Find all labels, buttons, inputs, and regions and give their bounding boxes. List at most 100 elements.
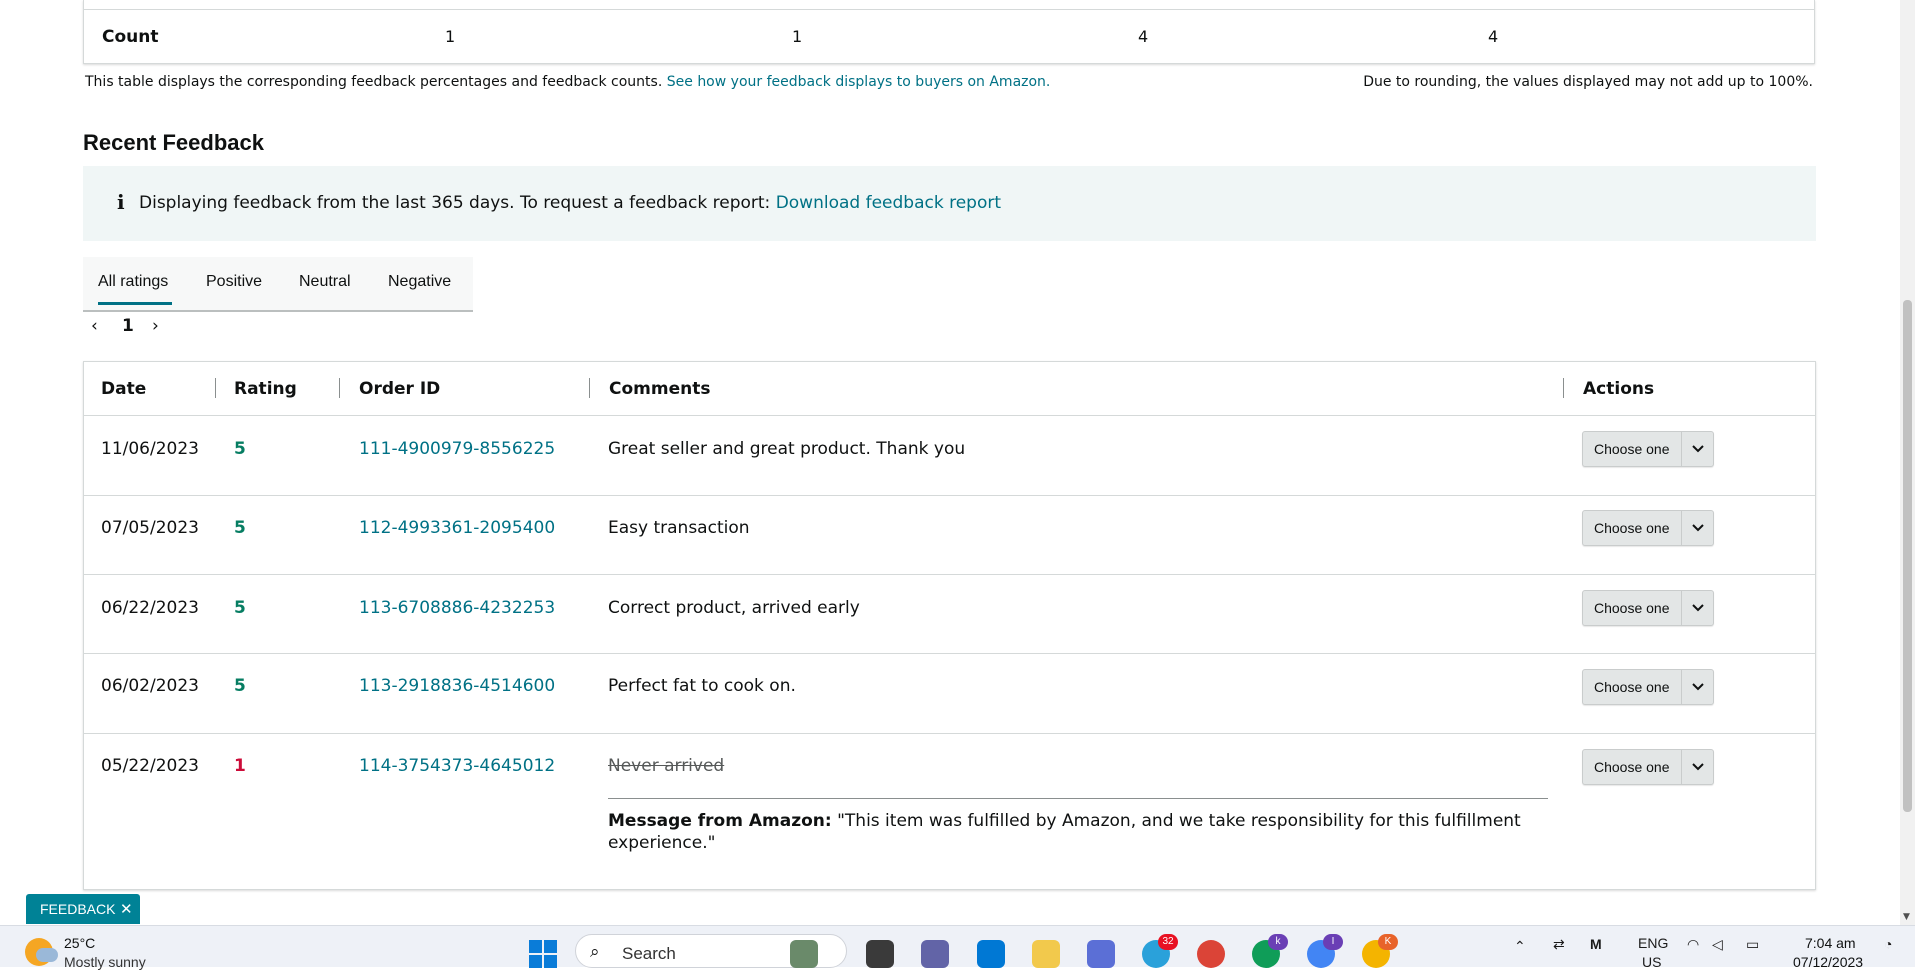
feedback-display-link[interactable]: See how your feedback displays to buyers… (667, 74, 1051, 90)
row-rating: 5 (234, 598, 246, 618)
actions-dropdown[interactable]: Choose one (1582, 749, 1714, 785)
row-date: 06/02/2023 (101, 676, 199, 696)
row-divider (84, 415, 1815, 416)
widget-thumbnail-icon[interactable] (790, 940, 818, 968)
actions-dropdown-label: Choose one (1594, 759, 1670, 775)
scrollbar-thumb[interactable] (1903, 300, 1912, 812)
weather-cloud-icon (36, 948, 58, 962)
rating-tabs: All ratings Positive Neutral Negative (83, 257, 473, 312)
count-label: Count (102, 27, 159, 47)
feedback-widget-tab[interactable]: FEEDBACK ✕ (26, 894, 140, 924)
close-icon[interactable]: ✕ (120, 900, 133, 918)
row-date: 11/06/2023 (101, 439, 199, 459)
feedback-count-table: Count 1 1 4 4 (83, 0, 1815, 64)
tab-negative[interactable]: Negative (388, 273, 451, 291)
removed-comment: Never arrived (608, 756, 725, 776)
chevron-down-icon (1692, 763, 1704, 771)
feedback-label: FEEDBACK (40, 901, 116, 917)
language-top[interactable]: ENG (1638, 935, 1668, 951)
page-number-1[interactable]: 1 (122, 316, 134, 336)
tab-all-ratings[interactable]: All ratings (98, 273, 173, 305)
chevron-down-icon (1692, 524, 1704, 532)
file-explorer-icon[interactable] (1032, 940, 1060, 968)
row-date: 06/22/2023 (101, 598, 199, 618)
amazon-message: Message from Amazon: "This item was fulf… (608, 810, 1548, 854)
actions-dropdown-label: Choose one (1594, 520, 1670, 536)
next-page-icon[interactable]: › (152, 316, 159, 336)
amazon-message-label: Message from Amazon: (608, 811, 832, 831)
row-date: 07/05/2023 (101, 518, 199, 538)
recent-feedback-table: Date Rating Order ID Comments Actions 11… (83, 361, 1816, 890)
battery-icon[interactable]: ▭ (1746, 936, 1759, 953)
dropdown-divider (1681, 591, 1682, 625)
table-divider (84, 9, 1814, 10)
row-divider (84, 495, 1815, 496)
actions-dropdown[interactable]: Choose one (1582, 669, 1714, 705)
actions-dropdown[interactable]: Choose one (1582, 590, 1714, 626)
order-id-link[interactable]: 113-6708886-4232253 (359, 598, 555, 618)
row-divider (84, 653, 1815, 654)
store-icon[interactable] (977, 940, 1005, 968)
row-comment: Easy transaction (608, 518, 750, 538)
sliders-icon[interactable]: ⇄ (1553, 936, 1565, 953)
count-value-3: 4 (1138, 27, 1149, 46)
count-value-1: 1 (445, 27, 456, 46)
chrome-profile-k-icon[interactable]: k (1252, 934, 1288, 968)
chevron-down-icon (1692, 445, 1704, 453)
tab-positive[interactable]: Positive (206, 273, 262, 291)
chevron-up-icon[interactable]: ⌃ (1514, 938, 1526, 955)
clock-date[interactable]: 07/12/2023 (1793, 954, 1863, 970)
dropdown-divider (1681, 750, 1682, 784)
task-view-icon[interactable] (866, 940, 894, 968)
row-divider (84, 733, 1815, 734)
recent-feedback-title: Recent Feedback (83, 130, 264, 155)
info-message: Displaying feedback from the last 365 da… (139, 193, 771, 213)
column-separator (1563, 378, 1564, 398)
scroll-down-icon[interactable]: ▼ (1903, 912, 1910, 922)
search-icon: ⌕ (590, 942, 600, 961)
chrome-icon[interactable] (1197, 940, 1225, 968)
header-order-id[interactable]: Order ID (359, 379, 440, 399)
actions-dropdown[interactable]: Choose one (1582, 510, 1714, 546)
language-bottom[interactable]: US (1642, 954, 1661, 970)
order-id-link[interactable]: 112-4993361-2095400 (359, 518, 555, 538)
tab-neutral[interactable]: Neutral (299, 273, 351, 291)
weather-description[interactable]: Mostly sunny (64, 954, 146, 970)
download-feedback-report-link[interactable]: Download feedback report (776, 193, 1001, 213)
wifi-icon[interactable]: ◠ (1687, 936, 1699, 953)
row-comment: Correct product, arrived early (608, 598, 860, 618)
weather-temperature[interactable]: 25°C (64, 935, 95, 951)
page-scrollbar[interactable]: ▼ (1900, 0, 1915, 925)
volume-icon[interactable]: ◁ (1712, 936, 1723, 953)
chrome-profile-i-icon[interactable]: I (1307, 934, 1343, 968)
app-tray-icon[interactable]: M (1590, 936, 1602, 952)
taskbar-search-label: Search (622, 944, 676, 963)
column-separator (215, 378, 216, 398)
telegram-badge: 32 (1158, 934, 1178, 950)
notification-bell-icon[interactable]: ◔ (1884, 936, 1892, 952)
telegram-icon[interactable]: 32 (1142, 934, 1178, 968)
count-value-4: 4 (1488, 27, 1499, 46)
prev-page-icon[interactable]: ‹ (91, 316, 98, 336)
row-date: 05/22/2023 (101, 756, 199, 776)
rounding-note: Due to rounding, the values displayed ma… (1363, 74, 1813, 90)
order-id-link[interactable]: 114-3754373-4645012 (359, 756, 555, 776)
column-separator (589, 378, 590, 398)
order-id-link[interactable]: 113-2918836-4514600 (359, 676, 555, 696)
windows-start-icon[interactable] (529, 940, 557, 968)
actions-dropdown-label: Choose one (1594, 441, 1670, 457)
header-rating[interactable]: Rating (234, 379, 297, 399)
clock-time[interactable]: 7:04 am (1805, 935, 1856, 951)
chrome-profile-badge: K (1378, 934, 1398, 950)
order-id-link[interactable]: 111-4900979-8556225 (359, 439, 555, 459)
dropdown-divider (1681, 511, 1682, 545)
row-comment: Perfect fat to cook on. (608, 676, 796, 696)
chrome-profile-k2-icon[interactable]: K (1362, 934, 1398, 968)
mail-app-icon[interactable] (1087, 940, 1115, 968)
header-date[interactable]: Date (101, 379, 146, 399)
column-separator (339, 378, 340, 398)
meet-chat-icon[interactable] (921, 940, 949, 968)
table-note: This table displays the corresponding fe… (85, 74, 1050, 90)
actions-dropdown[interactable]: Choose one (1582, 431, 1714, 467)
actions-dropdown-label: Choose one (1594, 600, 1670, 616)
